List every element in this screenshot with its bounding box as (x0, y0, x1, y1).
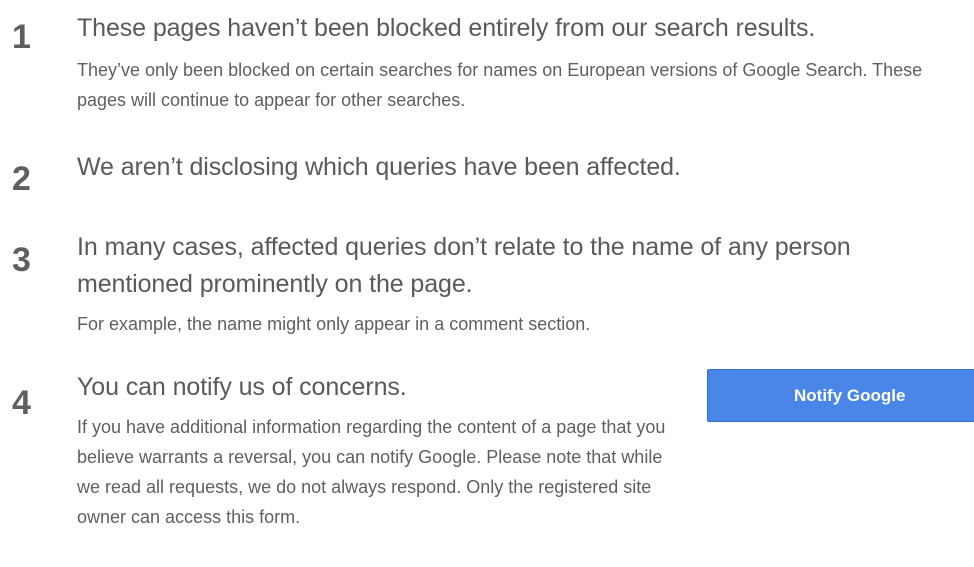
step-title: These pages haven’t been blocked entirel… (77, 14, 816, 42)
notify-google-button[interactable]: Notify Google (707, 369, 974, 422)
step-number: 2 (12, 160, 31, 198)
step-content: You can notify us of concerns. If you ha… (77, 369, 687, 532)
step-content: In many cases, affected queries don’t re… (77, 229, 967, 339)
step-title: We aren’t disclosing which queries have … (77, 153, 681, 181)
step-content: These pages haven’t been blocked entirel… (77, 10, 957, 115)
step-description: For example, the name might only appear … (77, 314, 591, 334)
step-title: You can notify us of concerns. (77, 373, 407, 401)
step-description: They’ve only been blocked on certain sea… (77, 60, 923, 110)
step-number: 1 (12, 18, 31, 56)
step-description: If you have additional information regar… (77, 417, 666, 527)
step-content: We aren’t disclosing which queries have … (77, 149, 957, 186)
step-title: In many cases, affected queries don’t re… (77, 233, 851, 298)
step-number: 4 (12, 384, 31, 422)
step-number: 3 (12, 241, 31, 279)
